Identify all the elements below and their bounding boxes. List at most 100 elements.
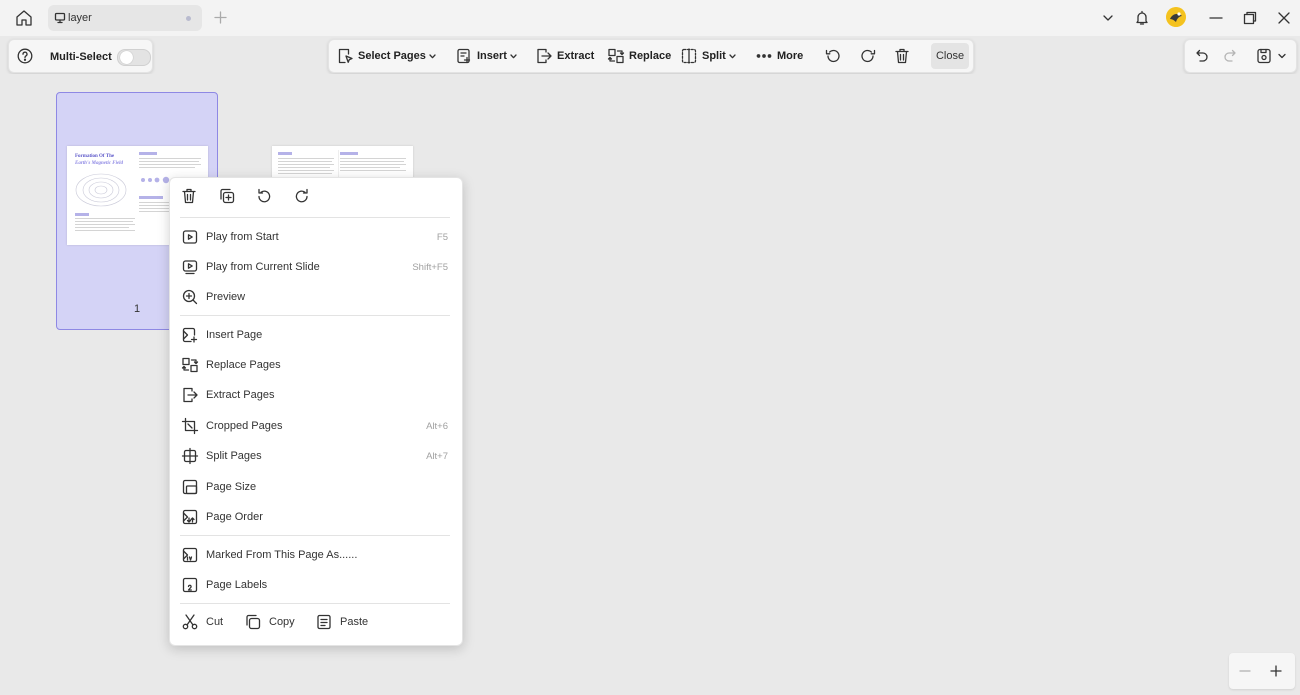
paste-label: Paste [340,616,369,628]
duplicate-icon[interactable] [218,187,236,205]
replace-icon [181,356,199,374]
paste-button[interactable]: Paste [315,611,369,633]
new-tab-icon[interactable] [213,10,228,25]
menu-item-label: Split Pages [206,450,262,462]
multi-select-label: Multi-Select [50,51,112,63]
menu-item-page-order[interactable]: Page Order [170,502,462,532]
zoom-in-icon [181,288,199,306]
menu-item-play-from-start[interactable]: Play from Start F5 [170,222,462,252]
menu-separator [180,535,450,536]
extract-button[interactable]: Extract [535,40,595,72]
home-icon[interactable] [14,8,34,28]
menu-item-preview[interactable]: Preview [170,282,462,312]
menu-item-marked-from-this-page[interactable]: Marked From This Page As...... [170,540,462,570]
select-pages-icon [336,47,354,65]
page-toolbar: Select Pages Insert Extract Replace Spli… [328,39,974,73]
chevron-right-icon [181,330,190,340]
chevron-right-icon [181,550,190,560]
close-button[interactable]: Close [931,43,969,69]
more-button[interactable]: More [755,40,807,72]
cut-button[interactable]: Cut [181,611,225,633]
menu-item-extract-pages[interactable]: Extract Pages [170,380,462,410]
chevron-down-icon [510,53,517,60]
help-icon[interactable] [17,48,33,64]
extract-label: Extract [557,50,595,62]
paste-icon [315,613,333,631]
menu-separator [180,315,450,316]
restore-icon[interactable] [1241,9,1259,27]
tab-modified-dot[interactable] [186,16,191,21]
menu-item-label: Play from Current Slide [206,261,320,273]
replace-icon [607,47,625,65]
user-avatar[interactable] [1166,7,1186,27]
delete-icon[interactable] [180,187,198,205]
multi-select-panel: Multi-Select [8,39,153,73]
rotate-left-icon[interactable] [255,187,273,205]
insert-page-icon [455,47,473,65]
close-window-icon[interactable] [1275,9,1293,27]
select-pages-button[interactable]: Select Pages [336,40,436,72]
menu-item-label: Cropped Pages [206,420,283,432]
menu-item-shortcut: Alt+6 [426,421,448,432]
page-label-icon [181,576,199,594]
copy-label: Copy [269,616,295,628]
chevron-down-icon [429,53,436,60]
save-icon[interactable] [1255,47,1273,65]
menu-item-label: Page Order [206,511,263,523]
menu-item-insert-page[interactable]: Insert Page [170,320,462,350]
rotate-right-icon[interactable] [859,47,877,65]
delete-icon[interactable] [893,47,911,65]
split-button[interactable]: Split [680,40,740,72]
undo-icon[interactable] [1192,47,1210,65]
bell-icon[interactable] [1133,9,1151,27]
cut-label: Cut [206,616,224,628]
multi-select-toggle[interactable] [117,49,151,66]
scissors-icon [181,613,199,631]
zoom-in-icon[interactable] [1267,662,1285,680]
menu-item-label: Page Labels [206,579,268,591]
insert-button[interactable]: Insert [455,40,519,72]
menu-item-play-from-current-slide[interactable]: Play from Current Slide Shift+F5 [170,252,462,282]
presentation-icon [54,12,66,24]
rotate-left-icon[interactable] [824,47,842,65]
copy-icon [244,613,262,631]
chevron-down-icon[interactable] [1099,9,1117,27]
menu-item-page-size[interactable]: Page Size [170,472,462,502]
menu-item-label: Insert Page [206,329,263,341]
copy-button[interactable]: Copy [244,611,296,633]
menu-item-shortcut: Shift+F5 [412,262,448,273]
menu-separator [180,217,450,218]
document-tab[interactable]: layer [48,5,202,31]
split-icon [680,47,698,65]
extract-icon [181,386,199,404]
menu-item-shortcut: F5 [436,232,448,243]
menu-item-cropped-pages[interactable]: Cropped Pages Alt+6 [170,411,462,441]
toggle-knob [120,51,133,64]
chevron-down-icon[interactable] [1278,52,1286,60]
menu-item-label: Play from Start [206,231,279,243]
extract-icon [535,47,553,65]
play-current-slide-icon [181,258,199,276]
split-pages-icon [181,447,199,465]
page-size-icon [181,478,199,496]
rotate-right-icon[interactable] [293,187,311,205]
title-bar: layer [0,0,1300,36]
minimize-icon[interactable] [1207,9,1225,27]
insert-label: Insert [477,50,507,62]
menu-item-label: Preview [206,291,246,303]
zoom-out-icon[interactable] [1236,662,1254,680]
replace-button[interactable]: Replace [607,40,671,72]
redo-icon[interactable] [1222,47,1240,65]
menu-item-shortcut: Alt+7 [426,451,448,462]
menu-item-page-labels[interactable]: Page Labels [170,570,462,600]
chevron-down-icon [729,53,736,60]
menu-item-replace-pages[interactable]: Replace Pages [170,350,462,380]
chevron-right-icon [181,512,190,522]
split-label: Split [702,50,726,62]
play-icon [181,228,199,246]
menu-item-label: Page Size [206,481,257,493]
context-menu: Play from Start F5 Play from Current Sli… [169,177,463,646]
menu-item-split-pages[interactable]: Split Pages Alt+7 [170,441,462,471]
menu-item-label: Replace Pages [206,359,281,371]
more-label: More [777,50,804,62]
